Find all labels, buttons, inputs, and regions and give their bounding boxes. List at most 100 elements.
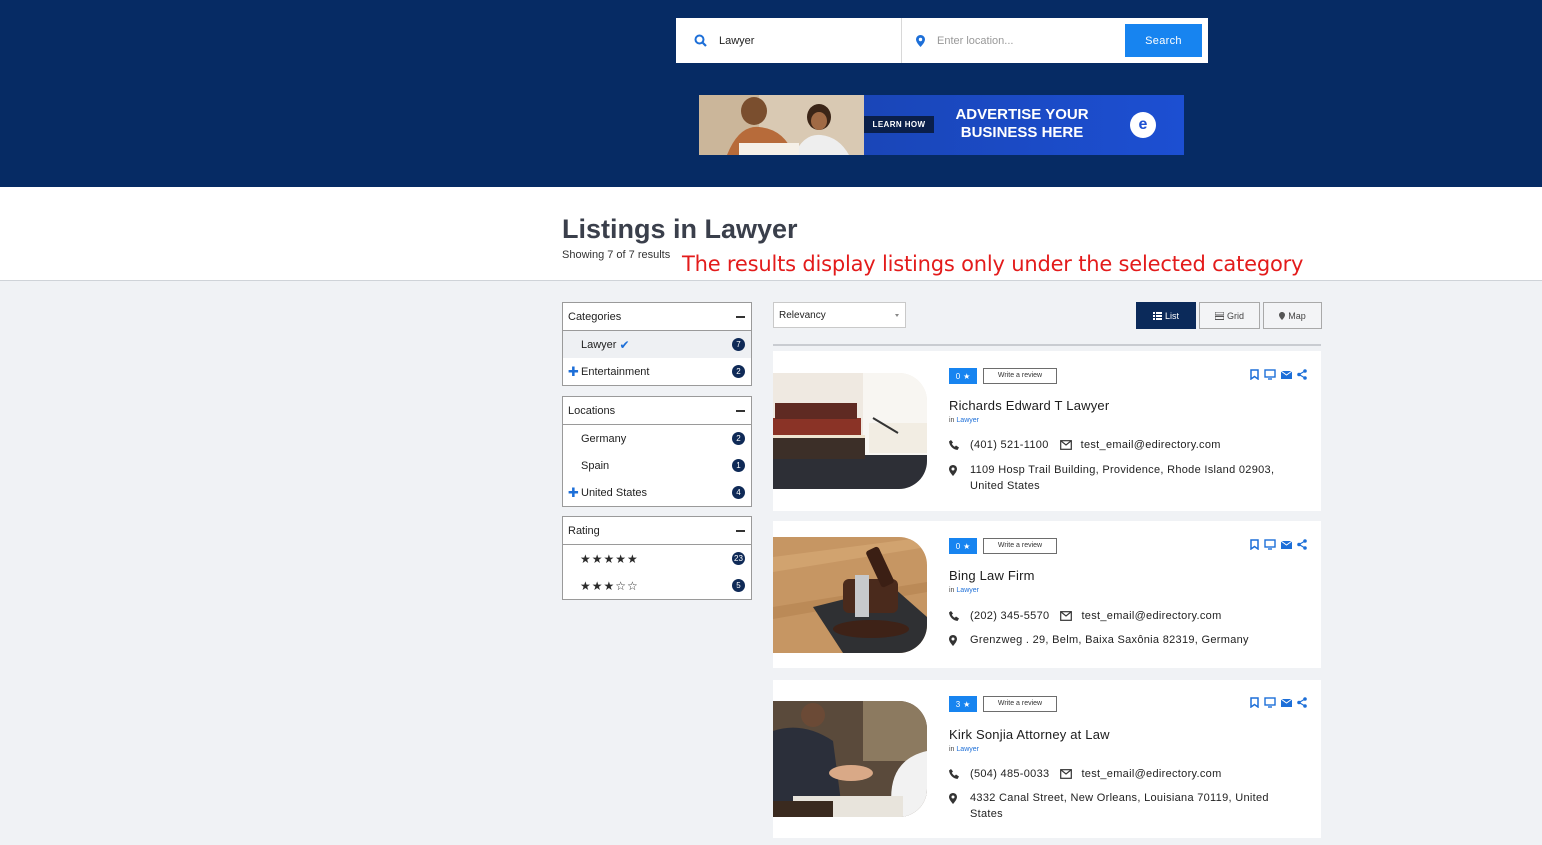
search-bar: Search bbox=[676, 18, 1208, 63]
monitor-icon[interactable] bbox=[1264, 697, 1276, 708]
listing-contact: (401) 521-1100 test_email@edirectory.com bbox=[949, 439, 1221, 451]
plus-icon[interactable]: ✚ bbox=[568, 485, 580, 501]
keyword-input[interactable] bbox=[719, 34, 879, 47]
filter-title: Locations bbox=[568, 404, 616, 417]
ad-learn-how-button[interactable]: LEARN HOW bbox=[864, 116, 934, 133]
star-icon: ★ bbox=[963, 541, 971, 551]
listing-card[interactable]: 3 ★ Write a review Kirk Sonjia Attorney … bbox=[773, 680, 1321, 838]
filter-locations: Locations Germany 2 Spain 1 ✚ United Sta… bbox=[562, 396, 752, 507]
listing-address: 1109 Hosp Trail Building, Providence, Rh… bbox=[949, 462, 1299, 494]
bookmark-icon[interactable] bbox=[1250, 369, 1259, 380]
location-item-united-states[interactable]: ✚ United States 4 bbox=[563, 479, 751, 506]
filter-rating: Rating ★★★★★ 23 ★★★☆☆ 5 bbox=[562, 516, 752, 600]
mail-icon[interactable] bbox=[1281, 539, 1292, 550]
toolbar-divider bbox=[773, 344, 1321, 346]
listing-email[interactable]: test_email@edirectory.com bbox=[1081, 768, 1221, 780]
filter-locations-header[interactable]: Locations bbox=[563, 397, 751, 425]
view-grid-button[interactable]: Grid bbox=[1199, 302, 1260, 329]
rating-value: 0 bbox=[955, 541, 961, 551]
view-label: Map bbox=[1288, 310, 1306, 321]
view-list-button[interactable]: List bbox=[1136, 302, 1196, 329]
list-icon bbox=[1152, 311, 1162, 320]
location-item-germany[interactable]: Germany 2 bbox=[563, 425, 751, 452]
write-review-button[interactable]: Write a review bbox=[983, 696, 1057, 712]
write-review-button[interactable]: Write a review bbox=[983, 368, 1057, 384]
filter-categories-header[interactable]: Categories bbox=[563, 303, 751, 331]
envelope-icon bbox=[1059, 440, 1072, 450]
listing-category: in Lawyer bbox=[949, 746, 979, 753]
envelope-icon bbox=[1060, 769, 1073, 779]
category-item-entertainment[interactable]: ✚ Entertainment 2 bbox=[563, 358, 751, 385]
rating-badge: 0 ★ bbox=[949, 538, 977, 554]
category-label: Entertainment bbox=[581, 365, 650, 378]
category-item-lawyer[interactable]: Lawyer ✔ 7 bbox=[563, 331, 751, 358]
mail-icon[interactable] bbox=[1281, 369, 1292, 380]
address-text: Grenzweg . 29, Belm, Baixa Saxônia 82319… bbox=[970, 634, 1249, 646]
listing-title[interactable]: Kirk Sonjia Attorney at Law bbox=[949, 727, 1110, 742]
filter-categories: Categories Lawyer ✔ 7 ✚ Entertainment 2 bbox=[562, 302, 752, 386]
listing-phone[interactable]: (202) 345-5570 bbox=[970, 610, 1049, 622]
listing-email[interactable]: test_email@edirectory.com bbox=[1081, 439, 1221, 451]
count-badge: 23 bbox=[732, 552, 745, 565]
listing-image[interactable] bbox=[773, 537, 927, 653]
write-review-button[interactable]: Write a review bbox=[983, 538, 1057, 554]
mail-icon[interactable] bbox=[1281, 697, 1292, 708]
search-button[interactable]: Search bbox=[1125, 24, 1202, 57]
monitor-icon[interactable] bbox=[1264, 539, 1276, 550]
category-link[interactable]: Lawyer bbox=[956, 587, 979, 594]
listing-title[interactable]: Richards Edward T Lawyer bbox=[949, 398, 1109, 413]
listing-image[interactable] bbox=[773, 701, 927, 817]
listing-actions bbox=[1250, 539, 1307, 550]
plus-icon[interactable]: ✚ bbox=[568, 364, 580, 380]
monitor-icon[interactable] bbox=[1264, 369, 1276, 380]
category-label: Lawyer bbox=[581, 338, 617, 351]
listing-card[interactable]: 0 ★ Write a review Bing Law Firm in Lawy… bbox=[773, 521, 1321, 668]
listing-card[interactable]: 0 ★ Write a review Richards Edward T Law… bbox=[773, 351, 1321, 511]
keyword-field[interactable] bbox=[676, 18, 902, 63]
share-icon[interactable] bbox=[1297, 369, 1307, 380]
in-label: in bbox=[949, 587, 955, 594]
filter-rating-header[interactable]: Rating bbox=[563, 517, 751, 545]
listing-contact: (504) 485-0033 test_email@edirectory.com bbox=[949, 768, 1222, 780]
category-link[interactable]: Lawyer bbox=[956, 417, 979, 424]
rating-item-3[interactable]: ★★★☆☆ 5 bbox=[563, 572, 751, 599]
listing-phone[interactable]: (401) 521-1100 bbox=[970, 439, 1049, 451]
listing-email[interactable]: test_email@edirectory.com bbox=[1081, 610, 1221, 622]
location-input[interactable] bbox=[937, 34, 1097, 47]
bookmark-icon[interactable] bbox=[1250, 539, 1259, 550]
share-icon[interactable] bbox=[1297, 697, 1307, 708]
advertise-banner[interactable]: LEARN HOW ADVERTISE YOUR BUSINESS HERE e bbox=[699, 95, 1184, 155]
rating-badge: 3 ★ bbox=[949, 696, 977, 712]
listing-actions bbox=[1250, 369, 1307, 380]
collapse-icon[interactable] bbox=[736, 529, 745, 532]
star-icon: ★ bbox=[963, 371, 971, 381]
map-pin-icon bbox=[1279, 311, 1286, 320]
phone-icon bbox=[949, 611, 962, 621]
sort-select[interactable]: Relevancy bbox=[773, 302, 906, 328]
ad-headline: ADVERTISE YOUR BUSINESS HERE bbox=[947, 106, 1097, 142]
location-item-spain[interactable]: Spain 1 bbox=[563, 452, 751, 479]
caret-down-icon bbox=[895, 314, 899, 317]
collapse-icon[interactable] bbox=[736, 315, 745, 318]
results-count: Showing 7 of 7 results bbox=[562, 249, 671, 261]
listing-title[interactable]: Bing Law Firm bbox=[949, 568, 1035, 583]
check-icon: ✔ bbox=[619, 337, 630, 352]
location-pin-icon bbox=[949, 462, 970, 494]
page-title: Listings in Lawyer bbox=[562, 214, 798, 244]
listing-image[interactable] bbox=[773, 373, 927, 489]
rating-item-5[interactable]: ★★★★★ 23 bbox=[563, 545, 751, 572]
in-label: in bbox=[949, 746, 955, 753]
listing-phone[interactable]: (504) 485-0033 bbox=[970, 768, 1049, 780]
bookmark-icon[interactable] bbox=[1250, 697, 1259, 708]
category-link[interactable]: Lawyer bbox=[956, 746, 979, 753]
location-pin-icon bbox=[949, 790, 970, 822]
collapse-icon[interactable] bbox=[736, 409, 745, 412]
search-icon bbox=[694, 34, 707, 47]
listing-actions bbox=[1250, 697, 1307, 708]
count-badge: 7 bbox=[732, 338, 745, 351]
location-field[interactable] bbox=[902, 18, 1122, 63]
view-map-button[interactable]: Map bbox=[1263, 302, 1322, 329]
location-label: Spain bbox=[581, 459, 610, 472]
view-label: List bbox=[1164, 310, 1179, 321]
share-icon[interactable] bbox=[1297, 539, 1307, 550]
